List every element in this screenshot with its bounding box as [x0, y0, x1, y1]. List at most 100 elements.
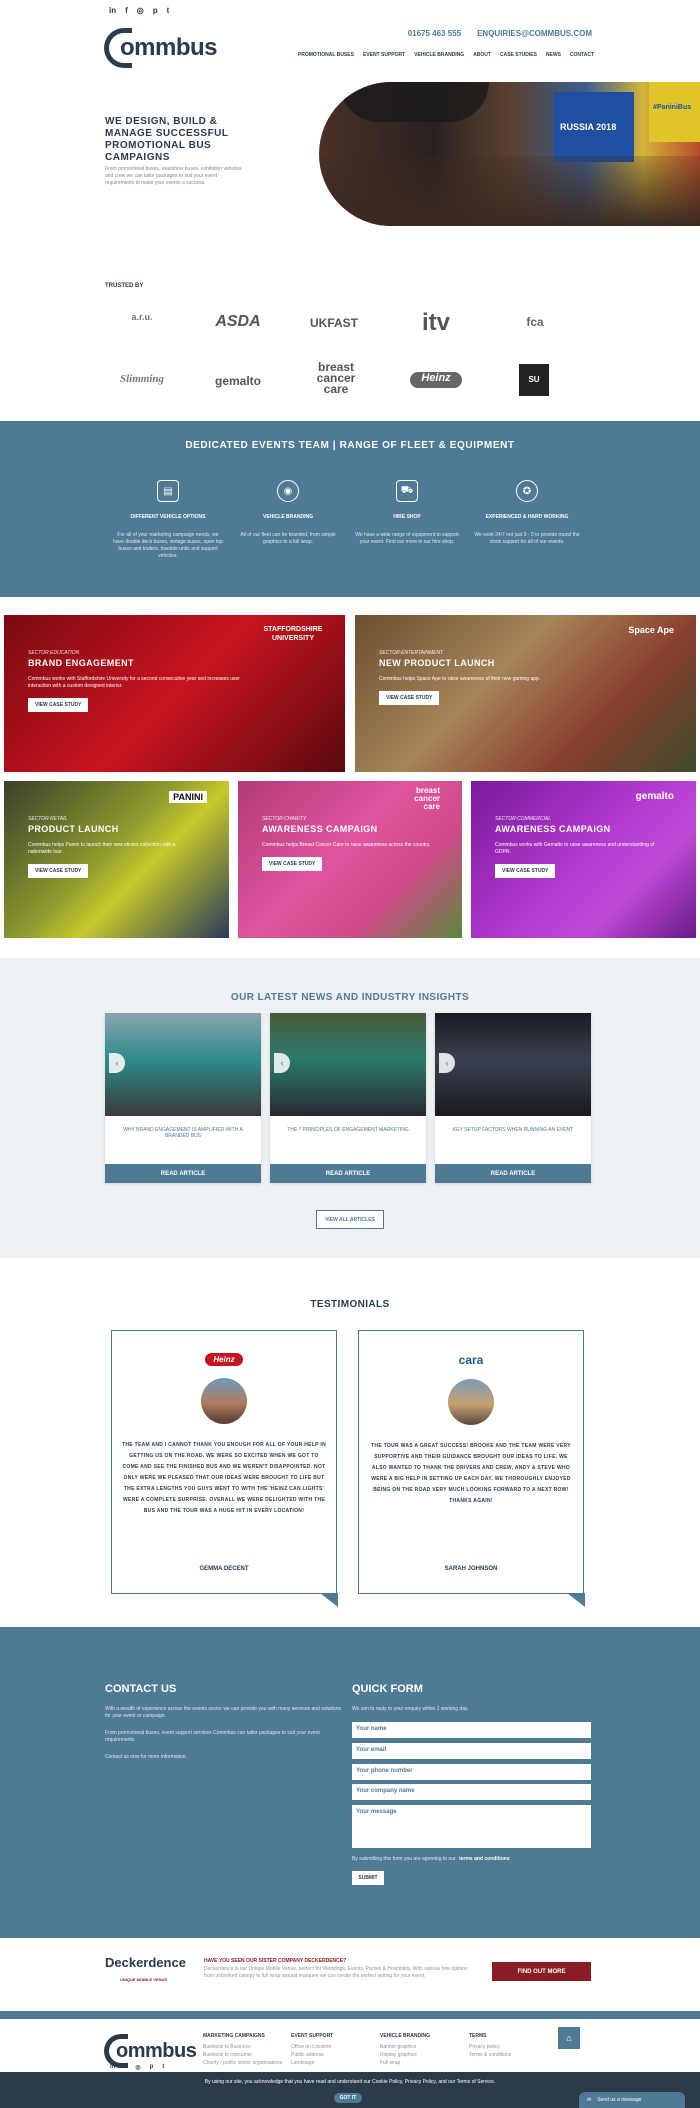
bus-icon: ▤ [157, 480, 179, 502]
news-card[interactable]: ‹ THE 7 PRINCIPLES OF ENGAGEMENT MARKETI… [270, 1013, 426, 1183]
view-all-articles-button[interactable]: VIEW ALL ARTICLES [316, 1210, 384, 1229]
facebook-icon[interactable]: f [125, 6, 128, 15]
nav-about[interactable]: ABOUT [473, 52, 491, 58]
email-field[interactable]: Your email [352, 1743, 591, 1759]
client-logo-slimming: Slimming [119, 373, 165, 385]
find-out-more-button[interactable]: FIND OUT MORE [492, 1962, 591, 1981]
site-logo[interactable]: ommbus [104, 28, 218, 68]
footer-link[interactable]: Charity / public sector organisations [203, 2059, 282, 2067]
cookie-accept-button[interactable]: GOT IT [334, 2093, 362, 2103]
facebook-icon[interactable]: f [124, 2064, 126, 2071]
footer-link[interactable]: Business to Business [203, 2043, 282, 2051]
case-sector: SECTOR:CHARITY [262, 816, 307, 822]
footer-link[interactable]: Full wrap [380, 2059, 430, 2067]
case-text: Commbus helps Space Ape to raise awarene… [379, 676, 541, 682]
twitter-icon[interactable]: t [167, 6, 170, 15]
read-article-button[interactable]: READ ARTICLE [270, 1164, 426, 1183]
contact-title: CONTACT US [105, 1683, 177, 1695]
chat-icon: ✉ [587, 2097, 592, 2103]
company-field[interactable]: Your company name [352, 1784, 591, 1800]
news-card[interactable]: ‹ WHY BRAND ENGAGEMENT IS AMPLIFIED WITH… [105, 1013, 261, 1183]
client-logo-gemalto: gemalto [214, 374, 261, 388]
footer-link[interactable]: Landstage [291, 2059, 333, 2067]
client-logo-heinz: Heinz [410, 372, 462, 388]
slider-prev-icon[interactable]: ‹ [439, 1053, 455, 1073]
view-case-study-button[interactable]: VIEW CASE STUDY [495, 864, 556, 878]
news-card[interactable]: ‹ KEY SETUP FACTORS WHEN RUNNING AN EVEN… [435, 1013, 591, 1183]
pinterest-icon[interactable]: p [150, 2064, 154, 2071]
nav-promotional-buses[interactable]: PROMOTIONAL BUSES [298, 52, 354, 58]
client-logo-itv: itv [421, 309, 450, 336]
view-case-study-button[interactable]: VIEW CASE STUDY [262, 857, 323, 871]
case-tile-brand-engagement[interactable]: STAFFORDSHIRE UNIVERSITY SECTOR:EDUCATIO… [4, 615, 345, 772]
footer-col-event-support: EVENT SUPPORT Office on Location Public … [291, 2033, 333, 2067]
footer-heading: TERMS [469, 2033, 487, 2039]
instagram-icon[interactable]: ◎ [137, 6, 144, 15]
testimonial-quote: THE TEAM AND I CANNOT THANK YOU ENOUGH F… [122, 1442, 326, 1514]
case-sector: SECTOR:EDUCATION [28, 650, 80, 656]
logo-text: ommbus [116, 2039, 197, 2062]
header-contacts: 01675 463 555 ENQUIRIES@COMMBUS.COM [408, 29, 592, 38]
contact-section [0, 1627, 700, 1938]
footer-heading: EVENT SUPPORT [291, 2033, 334, 2039]
slider-prev-icon[interactable]: ‹ [274, 1053, 290, 1073]
nav-case-studies[interactable]: CASE STUDIES [500, 52, 537, 58]
footer-link[interactable]: Banner graphics [380, 2043, 430, 2051]
name-field[interactable]: Your name [352, 1722, 591, 1738]
terms-link[interactable]: terms and conditions [459, 1856, 510, 1862]
hero-tent [339, 82, 489, 122]
news-caption[interactable]: KEY SETUP FACTORS WHEN RUNNING AN EVENT [435, 1127, 591, 1133]
feature-hire-shop: ⛟ HIRE SHOP We have a wide range of equi… [352, 480, 462, 546]
twitter-icon[interactable]: t [162, 2064, 164, 2071]
nav-contact[interactable]: CONTACT [570, 52, 594, 58]
footer-link[interactable]: Office on Location [291, 2043, 333, 2051]
footer-heading: MARKETING CAMPAIGNS [203, 2033, 265, 2039]
linkedin-icon[interactable]: in [110, 2064, 115, 2071]
feature-title: EXPERIENCED & HARD WORKING [485, 514, 569, 520]
footer-link[interactable]: Display graphics [380, 2051, 430, 2059]
news-caption[interactable]: WHY BRAND ENGAGEMENT IS AMPLIFIED WITH A… [105, 1127, 261, 1139]
slider-prev-icon[interactable]: ‹ [109, 1053, 125, 1073]
testimonial-card: cara THE TOUR WAS A GREAT SUCCESS! BROOK… [358, 1330, 585, 1607]
case-tile-product-launch[interactable]: PANINI SECTOR:RETAIL PRODUCT LAUNCH Comm… [4, 781, 229, 938]
footer-link[interactable]: Terms & conditions [469, 2051, 511, 2059]
hero-subtitle: From promotional buses, roadshow buses, … [105, 166, 242, 186]
submit-button[interactable]: SUBMIT [352, 1871, 384, 1885]
pinterest-icon[interactable]: p [153, 6, 158, 15]
read-article-button[interactable]: READ ARTICLE [435, 1164, 591, 1183]
home-icon[interactable]: ⌂ [558, 2027, 580, 2049]
footer-link[interactable]: Privacy policy [469, 2043, 511, 2051]
chat-widget[interactable]: ✉ Send us a message [579, 2092, 685, 2108]
case-brand: gemalto [635, 791, 674, 802]
phone-field[interactable]: Your phone number [352, 1764, 591, 1780]
message-field[interactable]: Your message [352, 1805, 591, 1848]
deckerdence-logo[interactable]: Deckerdence [105, 1955, 186, 1970]
view-case-study-button[interactable]: VIEW CASE STUDY [28, 864, 89, 878]
nav-vehicle-branding[interactable]: VEHICLE BRANDING [414, 52, 464, 58]
case-title: BRAND ENGAGEMENT [28, 658, 134, 668]
footer-link[interactable]: Business to consumer [203, 2051, 282, 2059]
nav-event-support[interactable]: EVENT SUPPORT [363, 52, 405, 58]
hero-image: RUSSIA 2018 #PaniniBus [319, 82, 700, 226]
read-article-button[interactable]: READ ARTICLE [105, 1164, 261, 1183]
phone-link[interactable]: 01675 463 555 [408, 29, 461, 38]
linkedin-icon[interactable]: in [109, 6, 116, 15]
terms-prefix: By submitting this form you are agreeing… [352, 1856, 456, 1862]
main-nav: PROMOTIONAL BUSES EVENT SUPPORT VEHICLE … [298, 52, 594, 58]
footer-logo[interactable]: ommbus [104, 2034, 197, 2068]
news-caption[interactable]: THE 7 PRINCIPLES OF ENGAGEMENT MARKETING [270, 1127, 426, 1133]
eye-icon: ◉ [277, 480, 299, 502]
email-link[interactable]: ENQUIRIES@COMMBUS.COM [477, 29, 592, 38]
view-case-study-button[interactable]: VIEW CASE STUDY [28, 698, 89, 712]
case-text: Commbus helps Breast Cancer Care to rais… [262, 842, 431, 848]
case-tile-new-product-launch[interactable]: Space Ape SECTOR:ENTERTAINMENT NEW PRODU… [355, 615, 696, 772]
nav-news[interactable]: NEWS [546, 52, 561, 58]
footer-link[interactable]: Public address [291, 2051, 333, 2059]
case-tile-awareness-campaign-gemalto[interactable]: gemalto SECTOR:COMMERCIAL AWARENESS CAMP… [471, 781, 696, 938]
view-case-study-button[interactable]: VIEW CASE STUDY [379, 691, 440, 705]
client-logo-ukfast: UKFAST [310, 316, 358, 330]
instagram-icon[interactable]: ◎ [135, 2064, 140, 2071]
case-title: AWARENESS CAMPAIGN [262, 824, 378, 834]
form-title: QUICK FORM [352, 1683, 423, 1695]
case-tile-awareness-campaign-bcc[interactable]: breast cancer care SECTOR:CHARITY AWAREN… [238, 781, 462, 938]
